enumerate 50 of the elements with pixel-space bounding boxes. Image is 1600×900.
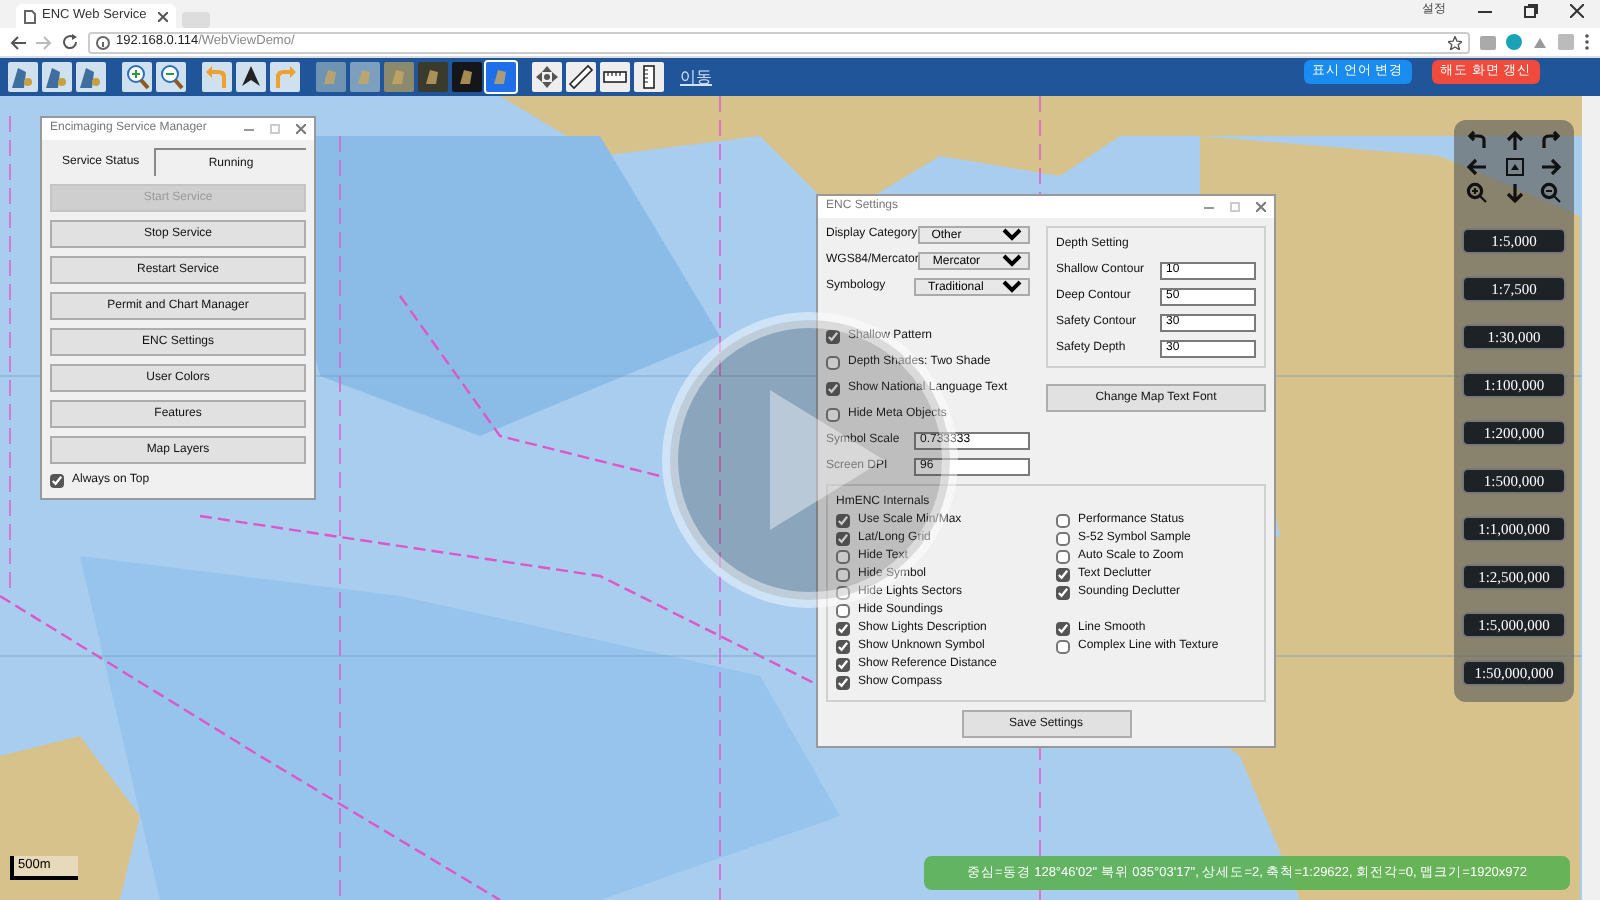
checkbox[interactable] xyxy=(50,474,64,488)
reload-icon[interactable] xyxy=(62,34,78,50)
right-arrow-icon[interactable] xyxy=(1536,154,1566,180)
checkbox[interactable] xyxy=(1056,640,1070,654)
chart-icon[interactable] xyxy=(42,62,72,92)
pan-arrows-icon[interactable] xyxy=(532,62,562,92)
close-icon[interactable] xyxy=(158,11,168,21)
zoom-in-icon[interactable] xyxy=(122,62,152,92)
checkbox[interactable] xyxy=(836,586,850,600)
page-icon xyxy=(24,9,36,23)
zoom-out-icon[interactable] xyxy=(1536,180,1566,206)
info-icon xyxy=(96,35,110,49)
star-icon[interactable] xyxy=(1448,35,1462,49)
checkbox[interactable] xyxy=(826,382,840,396)
checkbox[interactable] xyxy=(836,622,850,636)
checkbox[interactable] xyxy=(826,356,840,370)
checkbox[interactable] xyxy=(836,568,850,582)
checkbox[interactable] xyxy=(1056,568,1070,582)
rotate-right-icon[interactable] xyxy=(1536,128,1566,154)
ruler-icon[interactable] xyxy=(634,62,664,92)
move-link[interactable]: 이동 xyxy=(680,65,712,89)
checkbox[interactable] xyxy=(1056,586,1070,600)
checkbox[interactable] xyxy=(836,532,850,546)
checkbox[interactable] xyxy=(1056,532,1070,546)
rotate-left-icon[interactable] xyxy=(1462,128,1492,154)
ruler-icon[interactable] xyxy=(566,62,596,92)
scale-bar-icon[interactable] xyxy=(600,62,630,92)
checkbox[interactable] xyxy=(836,514,850,528)
chart-icon[interactable] xyxy=(76,62,106,92)
checkbox[interactable] xyxy=(826,408,840,422)
checkbox[interactable] xyxy=(836,604,850,618)
checkbox[interactable] xyxy=(836,658,850,672)
back-icon[interactable] xyxy=(10,35,26,49)
chart-palette-icon[interactable] xyxy=(418,62,448,92)
checkbox[interactable] xyxy=(1056,550,1070,564)
checkbox[interactable] xyxy=(836,550,850,564)
close-icon[interactable] xyxy=(1570,4,1584,18)
checkbox[interactable] xyxy=(836,676,850,690)
zoom-out-icon[interactable] xyxy=(156,62,186,92)
chart-icon[interactable] xyxy=(8,62,38,92)
checkbox[interactable] xyxy=(1056,514,1070,528)
checkbox[interactable] xyxy=(836,640,850,654)
menu-icon[interactable] xyxy=(1584,34,1590,50)
north-arrow-icon[interactable] xyxy=(236,62,266,92)
checkbox[interactable] xyxy=(826,330,840,344)
restore-icon[interactable] xyxy=(1524,4,1538,18)
zoom-in-icon[interactable] xyxy=(1462,180,1492,206)
left-arrow-icon[interactable] xyxy=(1462,154,1492,180)
checkbox[interactable] xyxy=(1056,622,1070,636)
chart-palette-icon[interactable] xyxy=(452,62,482,92)
